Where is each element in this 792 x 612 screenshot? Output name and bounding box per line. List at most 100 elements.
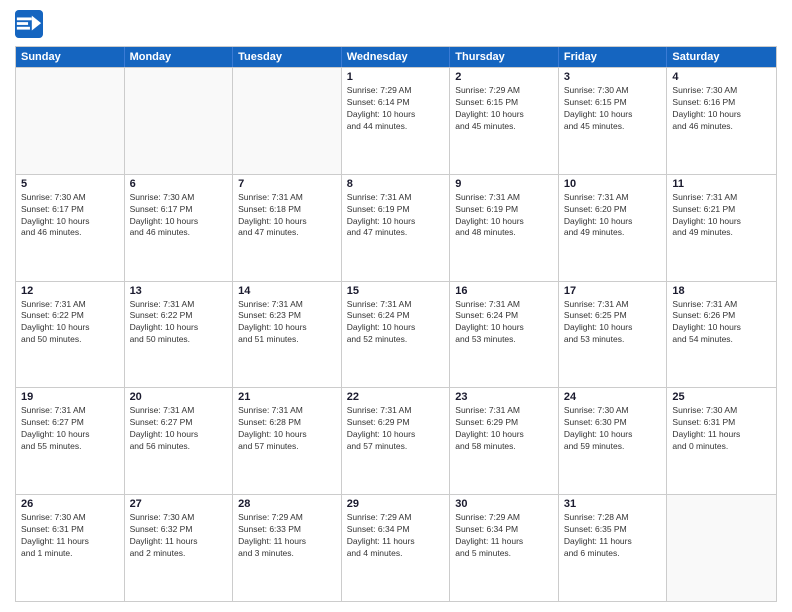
cal-cell: 26 Sunrise: 7:30 AM Sunset: 6:31 PM Dayli… <box>16 495 125 601</box>
cell-day-number: 11 <box>672 178 771 190</box>
header-cell-wednesday: Wednesday <box>342 47 451 67</box>
cell-day-number: 1 <box>347 71 445 83</box>
cell-info: Sunrise: 7:31 AM Sunset: 6:27 PM Dayligh… <box>130 405 228 453</box>
cell-day-number: 19 <box>21 391 119 403</box>
cell-day-number: 5 <box>21 178 119 190</box>
cell-info: Sunrise: 7:30 AM Sunset: 6:30 PM Dayligh… <box>564 405 662 453</box>
cal-cell: 16 Sunrise: 7:31 AM Sunset: 6:24 PM Dayli… <box>450 282 559 388</box>
cell-info: Sunrise: 7:29 AM Sunset: 6:34 PM Dayligh… <box>455 512 553 560</box>
calendar-row-4: 26 Sunrise: 7:30 AM Sunset: 6:31 PM Dayli… <box>16 494 776 601</box>
cal-cell: 30 Sunrise: 7:29 AM Sunset: 6:34 PM Dayli… <box>450 495 559 601</box>
cell-info: Sunrise: 7:31 AM Sunset: 6:24 PM Dayligh… <box>455 299 553 347</box>
cal-cell: 27Sunrise: 7:30 AM Sunset: 6:32 PM Dayli… <box>125 495 234 601</box>
cell-info: Sunrise: 7:30 AM Sunset: 6:17 PM Dayligh… <box>130 192 228 240</box>
cell-info: Sunrise: 7:30 AM Sunset: 6:32 PM Dayligh… <box>130 512 228 560</box>
cal-cell: 20 Sunrise: 7:31 AM Sunset: 6:27 PM Dayli… <box>125 388 234 494</box>
cell-day-number: 7 <box>238 178 336 190</box>
cal-cell: 6 Sunrise: 7:30 AM Sunset: 6:17 PM Daylig… <box>125 175 234 281</box>
cell-info: Sunrise: 7:30 AM Sunset: 6:31 PM Dayligh… <box>672 405 771 453</box>
cell-info: Sunrise: 7:29 AM Sunset: 6:33 PM Dayligh… <box>238 512 336 560</box>
cell-day-number: 28 <box>238 498 336 510</box>
cell-info: Sunrise: 7:28 AM Sunset: 6:35 PM Dayligh… <box>564 512 662 560</box>
cal-cell <box>233 68 342 174</box>
cell-day-number: 21 <box>238 391 336 403</box>
cell-day-number: 30 <box>455 498 553 510</box>
cell-day-number: 10 <box>564 178 662 190</box>
logo <box>15 10 47 38</box>
cell-info: Sunrise: 7:31 AM Sunset: 6:19 PM Dayligh… <box>455 192 553 240</box>
cell-info: Sunrise: 7:31 AM Sunset: 6:25 PM Dayligh… <box>564 299 662 347</box>
cell-day-number: 6 <box>130 178 228 190</box>
cal-cell <box>16 68 125 174</box>
cal-cell: 24 Sunrise: 7:30 AM Sunset: 6:30 PM Dayli… <box>559 388 668 494</box>
cell-day-number: 31 <box>564 498 662 510</box>
cal-cell <box>667 495 776 601</box>
cell-day-number: 13 <box>130 285 228 297</box>
cal-cell: 25 Sunrise: 7:30 AM Sunset: 6:31 PM Dayli… <box>667 388 776 494</box>
cell-info: Sunrise: 7:31 AM Sunset: 6:29 PM Dayligh… <box>347 405 445 453</box>
cell-day-number: 4 <box>672 71 771 83</box>
cell-day-number: 9 <box>455 178 553 190</box>
cal-cell: 13Sunrise: 7:31 AM Sunset: 6:22 PM Dayli… <box>125 282 234 388</box>
cell-info: Sunrise: 7:30 AM Sunset: 6:16 PM Dayligh… <box>672 85 771 133</box>
calendar-row-1: 5 Sunrise: 7:30 AM Sunset: 6:17 PM Daylig… <box>16 174 776 281</box>
cell-day-number: 18 <box>672 285 771 297</box>
header-cell-thursday: Thursday <box>450 47 559 67</box>
cal-cell: 15 Sunrise: 7:31 AM Sunset: 6:24 PM Dayli… <box>342 282 451 388</box>
cell-info: Sunrise: 7:31 AM Sunset: 6:19 PM Dayligh… <box>347 192 445 240</box>
calendar-row-2: 12 Sunrise: 7:31 AM Sunset: 6:22 PM Dayli… <box>16 281 776 388</box>
cal-cell: 29 Sunrise: 7:29 AM Sunset: 6:34 PM Dayli… <box>342 495 451 601</box>
cal-cell: 5 Sunrise: 7:30 AM Sunset: 6:17 PM Daylig… <box>16 175 125 281</box>
cal-cell: 21Sunrise: 7:31 AM Sunset: 6:28 PM Dayli… <box>233 388 342 494</box>
cell-day-number: 26 <box>21 498 119 510</box>
cell-info: Sunrise: 7:31 AM Sunset: 6:27 PM Dayligh… <box>21 405 119 453</box>
cal-cell: 28 Sunrise: 7:29 AM Sunset: 6:33 PM Dayli… <box>233 495 342 601</box>
cal-cell: 7Sunrise: 7:31 AM Sunset: 6:18 PM Daylig… <box>233 175 342 281</box>
cell-day-number: 29 <box>347 498 445 510</box>
cal-cell: 2 Sunrise: 7:29 AM Sunset: 6:15 PM Daylig… <box>450 68 559 174</box>
cal-cell: 22Sunrise: 7:31 AM Sunset: 6:29 PM Dayli… <box>342 388 451 494</box>
cell-info: Sunrise: 7:31 AM Sunset: 6:24 PM Dayligh… <box>347 299 445 347</box>
cell-day-number: 25 <box>672 391 771 403</box>
cell-day-number: 15 <box>347 285 445 297</box>
header-cell-sunday: Sunday <box>16 47 125 67</box>
cal-cell: 19 Sunrise: 7:31 AM Sunset: 6:27 PM Dayli… <box>16 388 125 494</box>
header-cell-monday: Monday <box>125 47 234 67</box>
calendar-header: SundayMondayTuesdayWednesdayThursdayFrid… <box>16 47 776 67</box>
cell-info: Sunrise: 7:29 AM Sunset: 6:15 PM Dayligh… <box>455 85 553 133</box>
header-cell-tuesday: Tuesday <box>233 47 342 67</box>
header <box>15 10 777 38</box>
cell-info: Sunrise: 7:31 AM Sunset: 6:20 PM Dayligh… <box>564 192 662 240</box>
cell-info: Sunrise: 7:31 AM Sunset: 6:26 PM Dayligh… <box>672 299 771 347</box>
cell-info: Sunrise: 7:30 AM Sunset: 6:17 PM Dayligh… <box>21 192 119 240</box>
cell-info: Sunrise: 7:29 AM Sunset: 6:34 PM Dayligh… <box>347 512 445 560</box>
cell-day-number: 20 <box>130 391 228 403</box>
cell-day-number: 16 <box>455 285 553 297</box>
cell-day-number: 2 <box>455 71 553 83</box>
cell-info: Sunrise: 7:30 AM Sunset: 6:31 PM Dayligh… <box>21 512 119 560</box>
cell-info: Sunrise: 7:31 AM Sunset: 6:22 PM Dayligh… <box>21 299 119 347</box>
cell-day-number: 23 <box>455 391 553 403</box>
header-cell-friday: Friday <box>559 47 668 67</box>
cell-day-number: 3 <box>564 71 662 83</box>
calendar: SundayMondayTuesdayWednesdayThursdayFrid… <box>15 46 777 602</box>
logo-icon <box>15 10 43 38</box>
cal-cell: 17Sunrise: 7:31 AM Sunset: 6:25 PM Dayli… <box>559 282 668 388</box>
cal-cell: 8Sunrise: 7:31 AM Sunset: 6:19 PM Daylig… <box>342 175 451 281</box>
cal-cell: 12 Sunrise: 7:31 AM Sunset: 6:22 PM Dayli… <box>16 282 125 388</box>
cal-cell: 18 Sunrise: 7:31 AM Sunset: 6:26 PM Dayli… <box>667 282 776 388</box>
calendar-body: 1Sunrise: 7:29 AM Sunset: 6:14 PM Daylig… <box>16 67 776 601</box>
cal-cell: 11Sunrise: 7:31 AM Sunset: 6:21 PM Dayli… <box>667 175 776 281</box>
cal-cell: 31 Sunrise: 7:28 AM Sunset: 6:35 PM Dayli… <box>559 495 668 601</box>
cell-day-number: 12 <box>21 285 119 297</box>
cal-cell: 14Sunrise: 7:31 AM Sunset: 6:23 PM Dayli… <box>233 282 342 388</box>
cal-cell: 4 Sunrise: 7:30 AM Sunset: 6:16 PM Daylig… <box>667 68 776 174</box>
cal-cell: 10 Sunrise: 7:31 AM Sunset: 6:20 PM Dayli… <box>559 175 668 281</box>
cell-day-number: 14 <box>238 285 336 297</box>
calendar-row-0: 1Sunrise: 7:29 AM Sunset: 6:14 PM Daylig… <box>16 67 776 174</box>
cell-day-number: 24 <box>564 391 662 403</box>
cal-cell: 9 Sunrise: 7:31 AM Sunset: 6:19 PM Daylig… <box>450 175 559 281</box>
cal-cell <box>125 68 234 174</box>
calendar-row-3: 19 Sunrise: 7:31 AM Sunset: 6:27 PM Dayli… <box>16 387 776 494</box>
cell-info: Sunrise: 7:30 AM Sunset: 6:15 PM Dayligh… <box>564 85 662 133</box>
